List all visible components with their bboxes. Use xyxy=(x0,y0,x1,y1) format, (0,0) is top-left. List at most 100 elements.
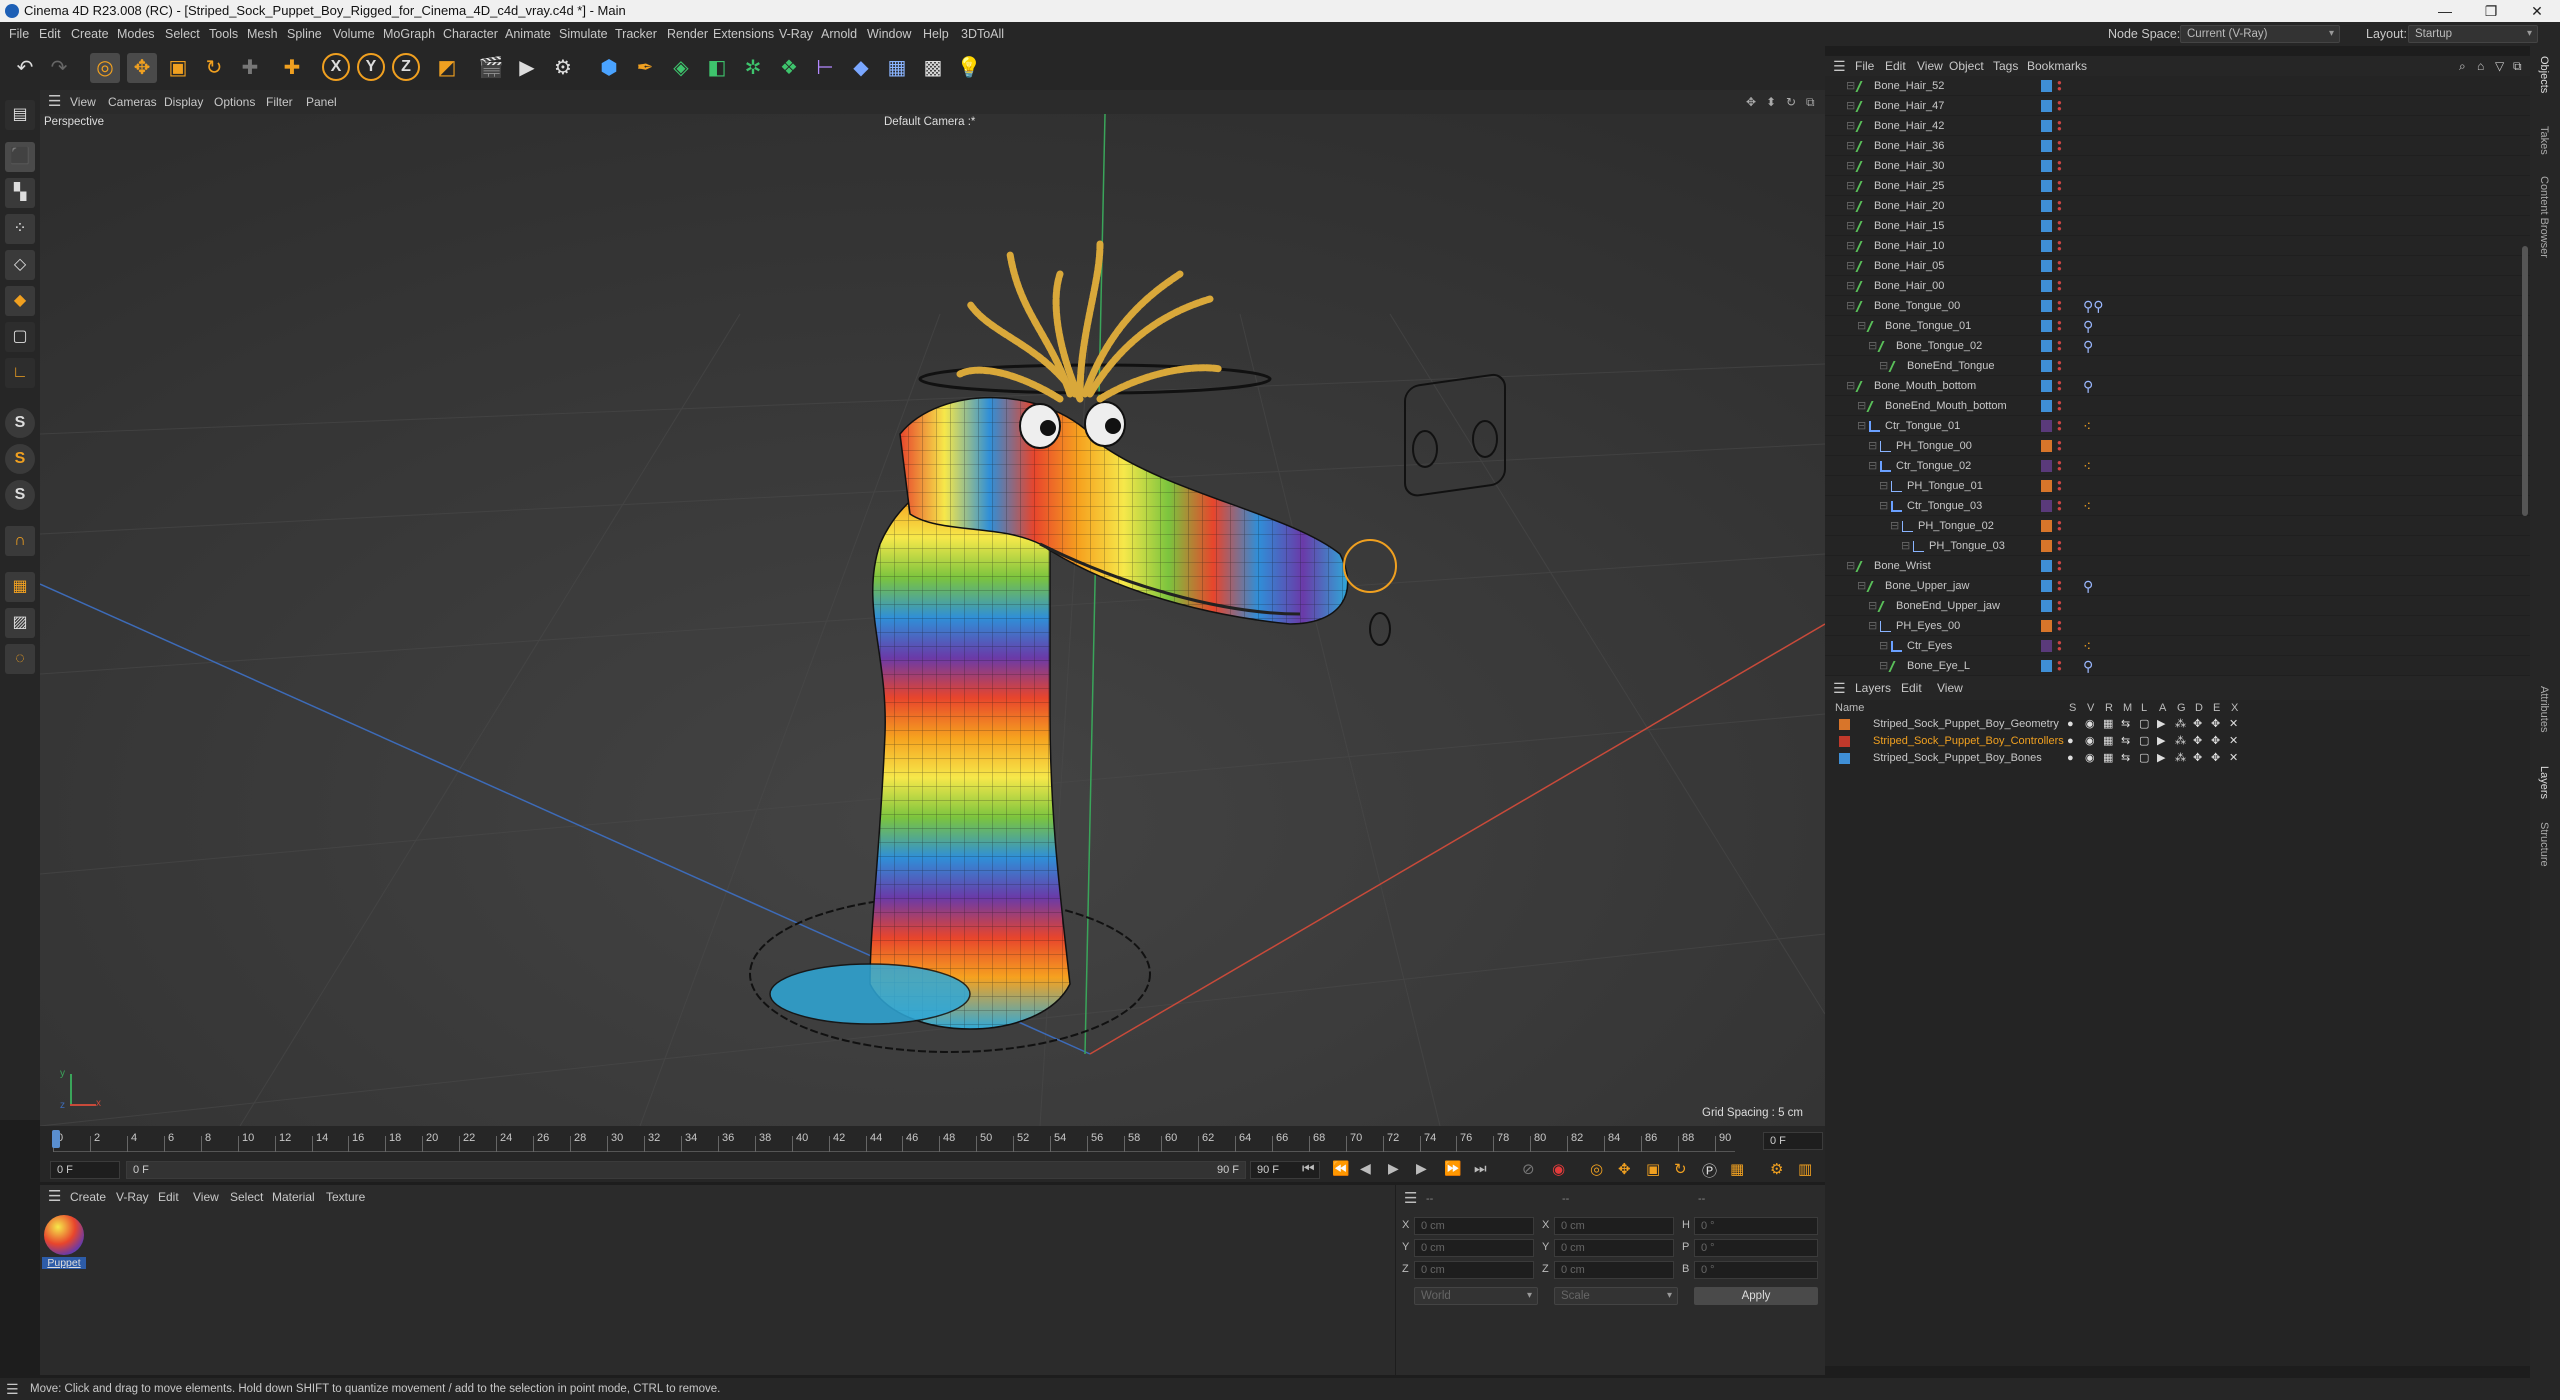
tree-expander-icon[interactable]: ⊟ xyxy=(1857,576,1866,596)
tree-expander-icon[interactable]: ⊟ xyxy=(1846,136,1855,156)
render-view-button[interactable]: ▶ xyxy=(512,53,542,83)
visibility-dots-icon[interactable]: ● ● xyxy=(2057,239,2063,253)
cube-object-button[interactable]: ⬢ xyxy=(594,53,624,83)
motion-system-icon[interactable]: ⚙ xyxy=(1770,1160,1783,1178)
edges-mode-button[interactable]: ◇ xyxy=(5,250,35,280)
object-row[interactable]: ⊟ Bone_Hair_05 ● ● xyxy=(1825,256,2530,276)
mograph-button[interactable]: ❖ xyxy=(774,53,804,83)
visibility-dots-icon[interactable]: ● ● xyxy=(2057,119,2063,133)
key-position-icon[interactable]: ✥ xyxy=(1618,1160,1631,1178)
objects-menu-object[interactable]: Object xyxy=(1949,56,1984,76)
start-frame-field[interactable]: 0 F xyxy=(50,1161,120,1179)
object-row[interactable]: ⊟ Bone_Mouth_bottom ● ● ⚲ xyxy=(1825,376,2530,396)
layer-color-swatch[interactable] xyxy=(2041,560,2052,572)
key-param-icon[interactable]: Ⓟ xyxy=(1702,1160,1717,1181)
side-tab-takes[interactable]: Takes xyxy=(2538,126,2550,155)
goto-start-icon[interactable]: ⏮ xyxy=(1302,1160,1315,1177)
layer-color-swatch[interactable] xyxy=(2041,600,2052,612)
tree-expander-icon[interactable]: ⊟ xyxy=(1846,256,1855,276)
pen-spline-button[interactable]: ✒ xyxy=(630,53,660,83)
object-row[interactable]: ⊟ PH_Tongue_02 ● ● xyxy=(1825,516,2530,536)
tree-expander-icon[interactable]: ⊟ xyxy=(1846,556,1855,576)
tree-expander-icon[interactable]: ⊟ xyxy=(1901,536,1910,556)
material-swatch[interactable]: Puppet xyxy=(42,1215,86,1275)
viewport-menu-options[interactable]: Options xyxy=(214,90,255,114)
side-tab-content-browser[interactable]: Content Browser xyxy=(2538,176,2550,258)
tree-expander-icon[interactable]: ⊟ xyxy=(1846,296,1855,316)
layout-select[interactable]: Startup xyxy=(2408,25,2538,43)
layer-solo-toggle-icon[interactable]: ● xyxy=(2067,750,2074,767)
layer-color-swatch[interactable] xyxy=(2041,200,2052,212)
previous-key-icon[interactable]: ⏪ xyxy=(1332,1160,1349,1177)
timeline-window-icon[interactable]: ▥ xyxy=(1798,1160,1812,1178)
layer-color-swatch[interactable] xyxy=(2041,160,2052,172)
layer-render-toggle-icon[interactable]: ▦ xyxy=(2103,716,2113,733)
visibility-dots-icon[interactable]: ● ● xyxy=(2057,479,2063,493)
texture-mode-button[interactable]: ▚ xyxy=(5,178,35,208)
layer-animation-toggle-icon[interactable]: ▶ xyxy=(2157,716,2165,733)
material-menu-select[interactable]: Select xyxy=(230,1185,263,1209)
object-row[interactable]: ⊟ PH_Tongue_00 ● ● xyxy=(1825,436,2530,456)
layer-row[interactable]: Striped_Sock_Puppet_Boy_Geometry ● ◉ ▦ ⇆ ▢ ▶ ⁂ ✥… xyxy=(1825,716,2530,733)
close-button[interactable]: ✕ xyxy=(2514,0,2560,22)
tree-expander-icon[interactable]: ⊟ xyxy=(1879,636,1888,656)
menu-animate[interactable]: Animate xyxy=(505,22,551,46)
subdivision-button[interactable]: ◈ xyxy=(666,53,696,83)
snap-s-button-2[interactable]: S xyxy=(5,444,35,474)
visibility-dots-icon[interactable]: ● ● xyxy=(2057,199,2063,213)
layer-color-swatch[interactable] xyxy=(2041,100,2052,112)
layer-lock-toggle-icon[interactable]: ▢ xyxy=(2139,716,2149,733)
playhead[interactable] xyxy=(52,1130,60,1148)
layer-color-swatch[interactable] xyxy=(2041,440,2052,452)
layer-color-swatch[interactable] xyxy=(2041,340,2052,352)
menu-mograph[interactable]: MoGraph xyxy=(383,22,435,46)
layer-color-swatch[interactable] xyxy=(2041,400,2052,412)
object-row[interactable]: ⊟ Bone_Hair_10 ● ● xyxy=(1825,236,2530,256)
menu-extensions[interactable]: Extensions xyxy=(713,22,774,46)
visibility-dots-icon[interactable]: ● ● xyxy=(2057,559,2063,573)
layer-lock-toggle-icon[interactable]: ▢ xyxy=(2139,733,2149,750)
apply-button[interactable]: Apply xyxy=(1694,1287,1818,1305)
tree-expander-icon[interactable]: ⊟ xyxy=(1857,316,1866,336)
layer-xrefs-toggle-icon[interactable]: ✕ xyxy=(2229,750,2238,767)
layer-deformers-toggle-icon[interactable]: ✥ xyxy=(2193,716,2202,733)
objects-menu-view[interactable]: View xyxy=(1917,56,1943,76)
weight-tag-icon[interactable]: ⚲⚲ xyxy=(2083,297,2104,315)
menu-create[interactable]: Create xyxy=(71,22,109,46)
layer-color-swatch[interactable] xyxy=(2041,480,2052,492)
layer-manager-toggle-icon[interactable]: ⇆ xyxy=(2121,750,2130,767)
layer-color-swatch[interactable] xyxy=(2041,180,2052,192)
snap-s-button-3[interactable]: S xyxy=(5,480,35,510)
visibility-dots-icon[interactable]: ● ● xyxy=(2057,259,2063,273)
objects-hamburger-icon[interactable]: ☰ xyxy=(1833,56,1846,76)
object-row[interactable]: ⊟ Bone_Hair_15 ● ● xyxy=(1825,216,2530,236)
layer-color-swatch[interactable] xyxy=(2041,240,2052,252)
object-row[interactable]: ⊟ Bone_Hair_52 ● ● xyxy=(1825,76,2530,96)
constraint-tag-icon[interactable]: ⁖ xyxy=(2083,637,2091,655)
visibility-dots-icon[interactable]: ● ● xyxy=(2057,439,2063,453)
solo-button[interactable]: ▨ xyxy=(5,608,35,638)
minimize-button[interactable]: — xyxy=(2422,0,2468,22)
floor-button[interactable]: ▦ xyxy=(882,53,912,83)
layer-lock-toggle-icon[interactable]: ▢ xyxy=(2139,750,2149,767)
size-mode-select[interactable]: Scale xyxy=(1554,1287,1678,1305)
menu-simulate[interactable]: Simulate xyxy=(559,22,608,46)
weight-tag-icon[interactable]: ⚲ xyxy=(2083,377,2093,395)
size-y-field[interactable]: 0 cm xyxy=(1554,1239,1674,1257)
viewport-menu-cameras[interactable]: Cameras xyxy=(108,90,157,114)
points-mode-button[interactable]: ⁘ xyxy=(5,214,35,244)
layer-color-swatch[interactable] xyxy=(2041,660,2052,672)
pos-y-field[interactable]: 0 cm xyxy=(1414,1239,1534,1257)
layer-color-swatch[interactable] xyxy=(1839,719,1850,730)
tree-expander-icon[interactable]: ⊟ xyxy=(1857,416,1866,436)
size-z-field[interactable]: 0 cm xyxy=(1554,1261,1674,1279)
weight-tag-icon[interactable]: ⚲ xyxy=(2083,577,2093,595)
objects-filter-icon[interactable]: ▽ xyxy=(2495,56,2504,76)
coordinate-space-select[interactable]: World xyxy=(1414,1287,1538,1305)
layer-color-swatch[interactable] xyxy=(2041,380,2052,392)
layer-list[interactable]: Striped_Sock_Puppet_Boy_Geometry ● ◉ ▦ ⇆ ▢ ▶ ⁂ ✥… xyxy=(1825,716,2530,1366)
side-tab-attributes[interactable]: Attributes xyxy=(2538,686,2550,732)
object-tree[interactable]: ⊟ Bone_Hair_52 ● ● ⊟ Bone_Hair_47 ● ● ⊟ Bone_Hair… xyxy=(1825,76,2530,716)
visibility-dots-icon[interactable]: ● ● xyxy=(2057,319,2063,333)
layers-menu-layers[interactable]: Layers xyxy=(1855,676,1891,700)
